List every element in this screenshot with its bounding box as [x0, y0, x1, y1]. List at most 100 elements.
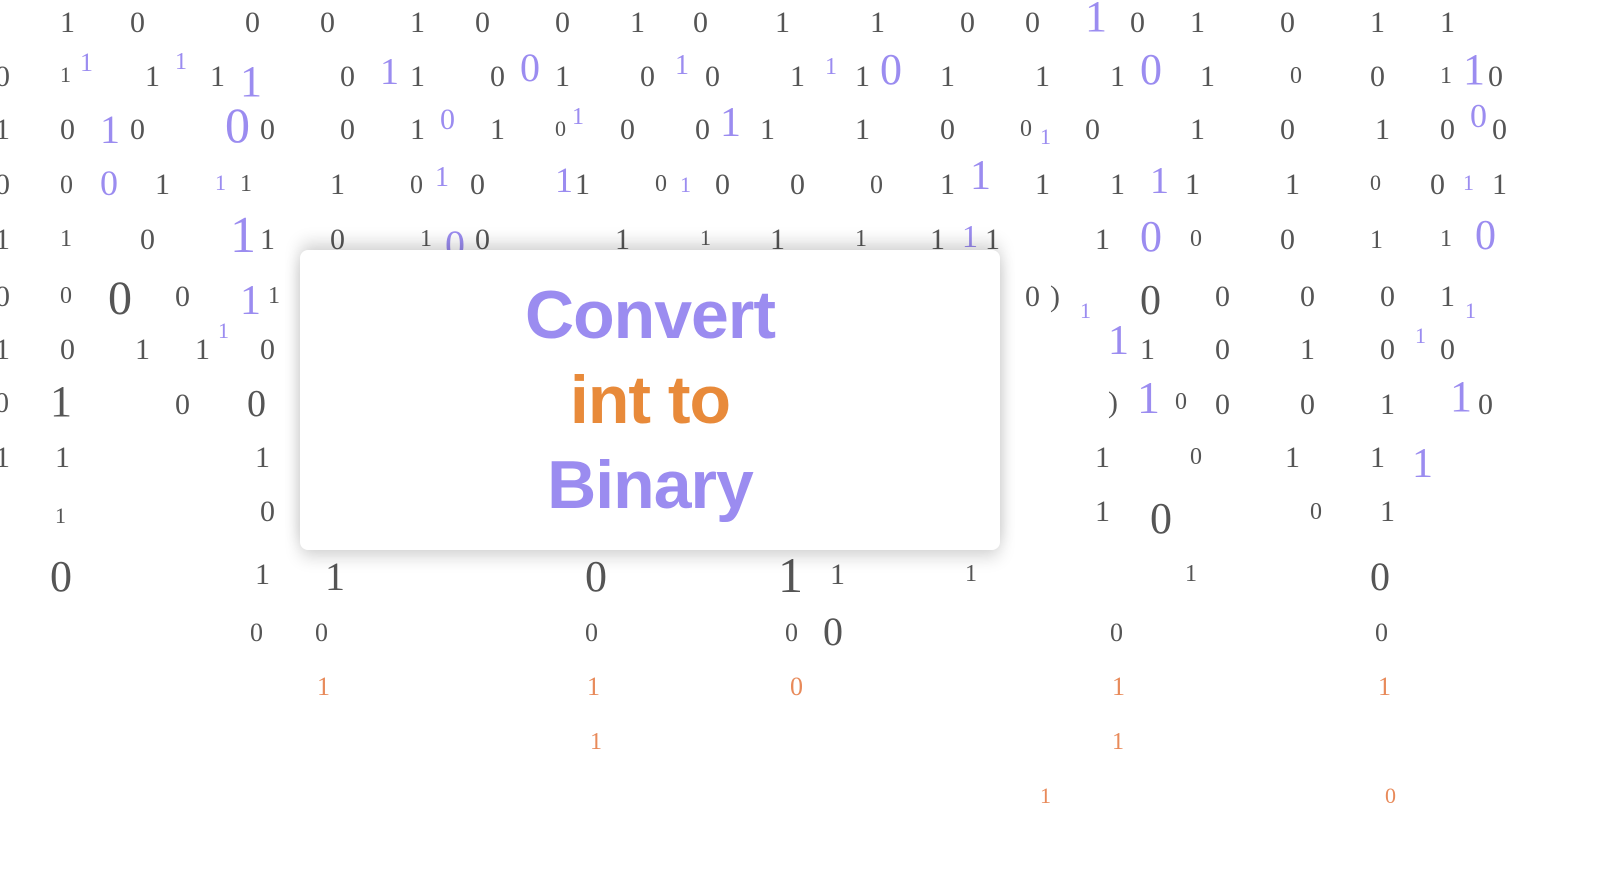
- bg-digit: 0: [1370, 557, 1390, 597]
- bg-digit: 1: [155, 170, 170, 200]
- bg-digit: 1: [55, 505, 66, 527]
- bg-digit: 0: [247, 385, 266, 423]
- bg-digit: 0: [0, 390, 9, 418]
- bg-digit: 1: [825, 55, 837, 79]
- bg-digit: 0: [620, 115, 635, 145]
- bg-digit: 0: [1190, 445, 1202, 469]
- bg-digit: 1: [50, 380, 72, 424]
- bg-digit: 1: [1185, 170, 1200, 200]
- bg-digit: 0: [1140, 48, 1162, 92]
- bg-digit: 1: [970, 155, 991, 197]
- bg-digit: 0: [260, 497, 275, 527]
- bg-digit: 0: [0, 170, 10, 200]
- bg-digit: 0: [1175, 390, 1187, 414]
- bg-digit: 1: [1463, 48, 1485, 92]
- bg-digit: 1: [555, 162, 573, 198]
- bg-digit: 0: [585, 620, 598, 646]
- bg-digit: 1: [1440, 64, 1452, 88]
- bg-digit: 0: [880, 48, 902, 92]
- bg-digit: 1: [330, 170, 345, 200]
- bg-digit: 1: [268, 284, 280, 308]
- bg-digit: 1: [1095, 497, 1110, 527]
- bg-digit: 0: [1025, 282, 1040, 312]
- bg-digit: 0: [640, 62, 655, 92]
- bg-digit: 1: [760, 115, 775, 145]
- bg-digit: 1: [420, 227, 432, 251]
- bg-digit: 0: [1280, 8, 1295, 38]
- bg-digit: 0: [470, 170, 485, 200]
- bg-digit: 0: [50, 555, 72, 599]
- bg-digit: 0: [225, 100, 250, 150]
- bg-digit: 1: [215, 172, 226, 194]
- bg-digit: 1: [1300, 335, 1315, 365]
- bg-digit: 1: [325, 557, 345, 597]
- bg-digit: 0: [870, 172, 883, 198]
- bg-digit: 1: [720, 102, 741, 144]
- bg-digit: 1: [240, 172, 252, 196]
- bg-digit: 1: [630, 8, 645, 38]
- bg-digit: ): [1050, 282, 1060, 312]
- bg-digit: 1: [1380, 390, 1395, 420]
- bg-digit: 1: [240, 280, 261, 322]
- bg-digit: 1: [1110, 62, 1125, 92]
- bg-digit: 0: [1370, 62, 1385, 92]
- bg-digit: ): [1108, 388, 1118, 418]
- bg-digit: 1: [1200, 62, 1215, 92]
- bg-digit: 0: [555, 118, 566, 140]
- bg-digit: 1: [135, 335, 150, 365]
- bg-digit: 0: [60, 115, 75, 145]
- bg-digit: 1: [175, 50, 187, 74]
- bg-digit: 0: [130, 115, 145, 145]
- bg-digit: 1: [1150, 162, 1169, 200]
- bg-digit: 0: [1430, 170, 1445, 200]
- bg-digit: 0: [1025, 8, 1040, 38]
- bg-digit: 0: [715, 170, 730, 200]
- bg-digit: 0: [1190, 227, 1202, 251]
- bg-digit: 1: [1185, 562, 1197, 586]
- bg-digit: 1: [1110, 170, 1125, 200]
- bg-digit: 1: [255, 560, 270, 590]
- bg-digit: 1: [855, 227, 867, 251]
- bg-digit: 1: [80, 50, 93, 76]
- bg-digit: 1: [680, 174, 691, 196]
- bg-digit: 0: [60, 172, 73, 198]
- bg-digit: 0: [1475, 215, 1496, 257]
- bg-digit: 0: [1110, 620, 1123, 646]
- bg-digit: 1: [55, 443, 70, 473]
- bg-digit: 1: [1095, 225, 1110, 255]
- bg-digit: 1: [0, 115, 10, 145]
- bg-digit: 1: [962, 220, 978, 252]
- bg-digit: 0: [250, 620, 263, 646]
- bg-digit: 0: [260, 115, 275, 145]
- bg-digit: 1: [675, 52, 689, 80]
- bg-digit: 1: [830, 560, 845, 590]
- bg-digit: 1: [100, 110, 120, 150]
- bg-digit: 1: [210, 62, 225, 92]
- bg-digit: 0: [1470, 100, 1487, 134]
- bg-digit: 1: [1450, 375, 1472, 419]
- bg-digit: 1: [410, 62, 425, 92]
- bg-digit: 1: [490, 115, 505, 145]
- bg-digit: 1: [1285, 443, 1300, 473]
- bg-digit: 1: [60, 227, 72, 251]
- bg-digit: 1: [700, 227, 711, 249]
- bg-digit: 1: [870, 8, 885, 38]
- bg-digit: 0: [1140, 215, 1162, 259]
- bg-digit: 0: [100, 165, 118, 201]
- bg-digit: 0: [1380, 335, 1395, 365]
- bg-digit: 1: [1190, 8, 1205, 38]
- bg-digit: 0: [960, 8, 975, 38]
- bg-digit: 1: [855, 62, 870, 92]
- bg-digit: 0: [1150, 497, 1172, 541]
- bg-digit: 1: [572, 105, 584, 129]
- bg-digit: 0: [785, 620, 798, 646]
- bg-digit: 1: [1380, 497, 1395, 527]
- bg-digit: 1: [1190, 115, 1205, 145]
- bg-digit: 1: [1112, 674, 1125, 700]
- bg-digit: 1: [1378, 674, 1391, 700]
- bg-digit: 1: [260, 225, 275, 255]
- bg-digit: 1: [1440, 8, 1455, 38]
- bg-digit: 0: [260, 335, 275, 365]
- bg-digit: 0: [705, 62, 720, 92]
- bg-digit: 1: [0, 443, 10, 473]
